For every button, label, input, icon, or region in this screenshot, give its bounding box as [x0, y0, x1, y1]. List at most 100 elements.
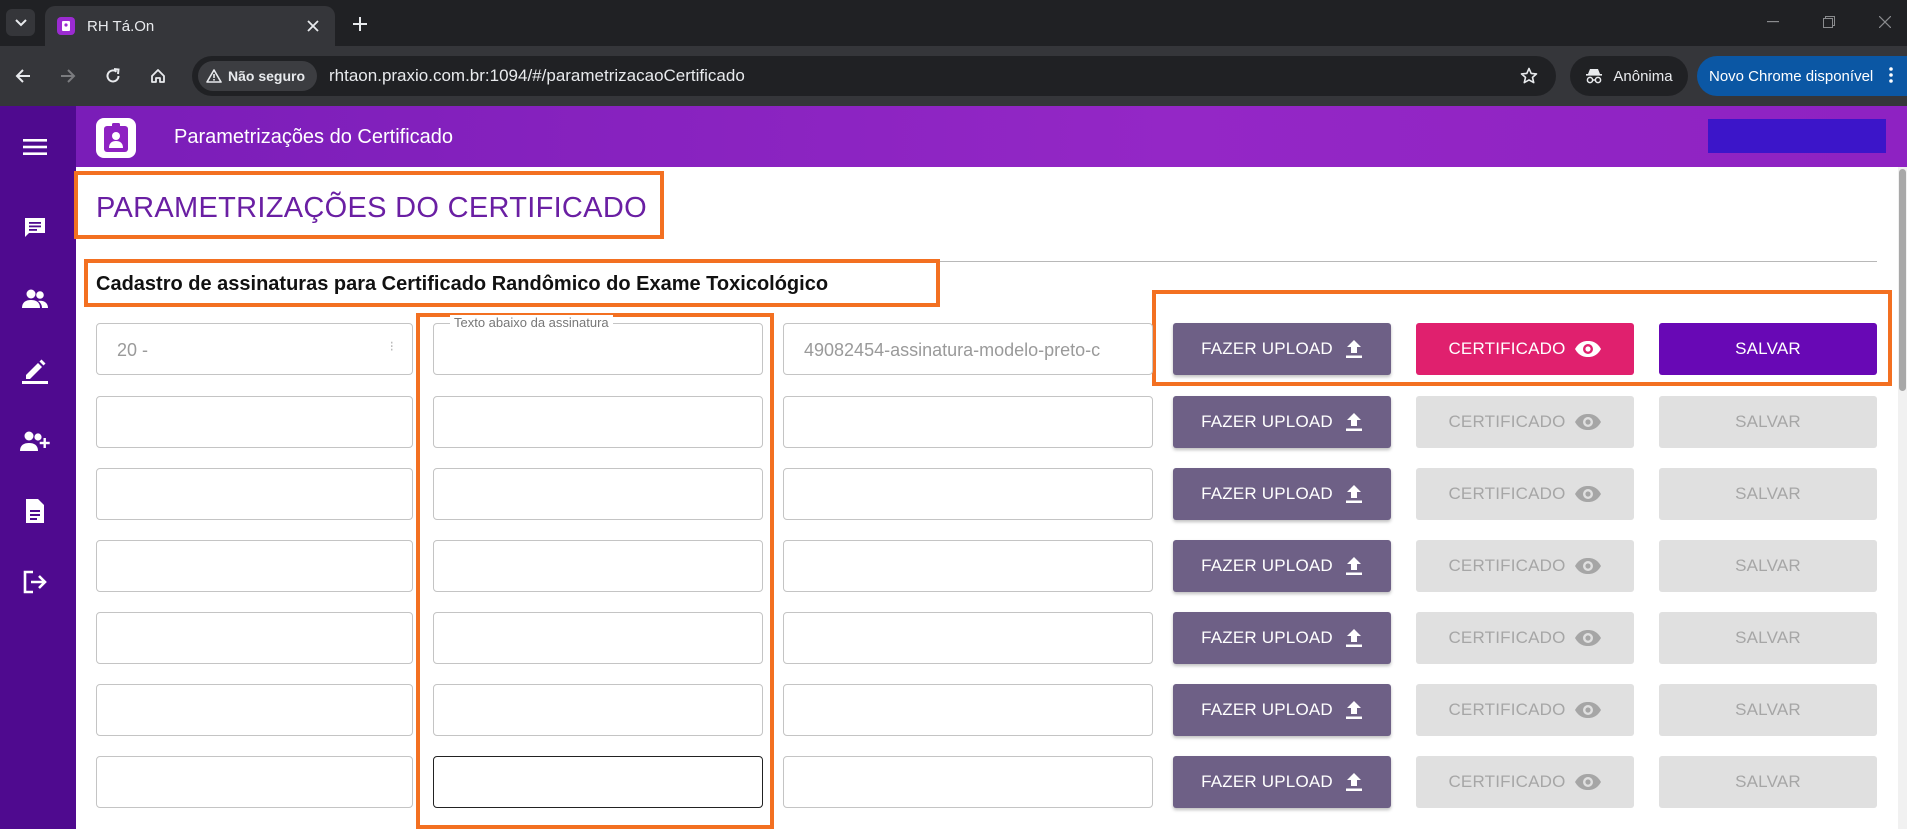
page-scrollbar[interactable] [1898, 167, 1907, 829]
forward-button[interactable] [53, 61, 83, 91]
restore-button[interactable] [1806, 8, 1852, 36]
certificate-button[interactable]: CERTIFICADO [1416, 323, 1634, 375]
field-legend: Texto abaixo da assinatura [450, 315, 613, 330]
browser-tab-bar: RH Tá.On [0, 0, 1907, 46]
certificate-button[interactable]: CERTIFICADO [1416, 468, 1634, 520]
tab-search-button[interactable] [6, 9, 35, 36]
sidebar-item-logout[interactable] [16, 563, 54, 601]
favicon-icon [57, 17, 75, 35]
code-field[interactable] [96, 540, 413, 592]
signature-text-field[interactable] [433, 540, 763, 592]
certificate-button[interactable]: CERTIFICADO [1416, 540, 1634, 592]
save-label: SALVAR [1735, 412, 1801, 431]
code-field[interactable] [96, 684, 413, 736]
upload-icon [1345, 413, 1362, 431]
save-button[interactable]: SALVAR [1659, 540, 1877, 592]
upload-icon [1345, 340, 1362, 358]
eye-icon [1574, 414, 1601, 430]
upload-button[interactable]: FAZER UPLOAD [1173, 684, 1391, 736]
sidebar-item-groups[interactable] [16, 280, 54, 318]
spinner-icon[interactable]: ⁝ [390, 338, 394, 355]
upload-button[interactable]: FAZER UPLOAD [1173, 540, 1391, 592]
upload-button[interactable]: FAZER UPLOAD [1173, 468, 1391, 520]
home-icon [151, 69, 165, 83]
upload-button[interactable]: FAZER UPLOAD [1173, 323, 1391, 375]
chat-icon [25, 218, 45, 237]
certificate-button[interactable]: CERTIFICADO [1416, 684, 1634, 736]
incognito-chip[interactable]: Anônima [1570, 56, 1688, 96]
code-field[interactable]: 20 - ⁝ [96, 323, 413, 375]
upload-button[interactable]: FAZER UPLOAD [1173, 396, 1391, 448]
save-label: SALVAR [1735, 339, 1801, 358]
signature-text-field[interactable] [433, 684, 763, 736]
app-header: Parametrizações do Certificado [76, 106, 1907, 167]
file-name-field[interactable] [783, 468, 1153, 520]
upload-icon [1345, 557, 1362, 575]
code-field[interactable] [96, 468, 413, 520]
sidebar-item-edit[interactable] [16, 351, 54, 389]
user-info-redacted[interactable] [1708, 119, 1886, 153]
reload-button[interactable] [98, 61, 128, 91]
security-chip[interactable]: Não seguro [198, 61, 318, 91]
sidebar-item-messages[interactable] [16, 209, 54, 247]
incognito-label: Anônima [1613, 67, 1673, 85]
code-field[interactable] [96, 612, 413, 664]
app-logo[interactable] [96, 118, 136, 158]
minimize-button[interactable] [1750, 8, 1796, 36]
sidebar-item-add-user[interactable] [16, 422, 54, 460]
appbar-title: Parametrizações do Certificado [174, 126, 454, 148]
save-button[interactable]: SALVAR [1659, 612, 1877, 664]
logout-icon [23, 570, 47, 594]
file-name-field[interactable] [783, 684, 1153, 736]
upload-button[interactable]: FAZER UPLOAD [1173, 612, 1391, 664]
save-button[interactable]: SALVAR [1659, 396, 1877, 448]
save-label: SALVAR [1735, 556, 1801, 575]
close-tab-icon[interactable] [299, 12, 327, 40]
certificate-button[interactable]: CERTIFICADO [1416, 612, 1634, 664]
certificate-button[interactable]: CERTIFICADO [1416, 396, 1634, 448]
reload-icon [106, 68, 120, 83]
file-name-field[interactable] [783, 396, 1153, 448]
menu-button[interactable] [16, 128, 54, 166]
save-label: SALVAR [1735, 628, 1801, 647]
upload-button[interactable]: FAZER UPLOAD [1173, 756, 1391, 808]
save-button[interactable]: SALVAR [1659, 468, 1877, 520]
eye-icon [1574, 486, 1601, 502]
file-name-value: 49082454-assinatura-modelo-preto-c [804, 340, 1101, 360]
browser-tab[interactable]: RH Tá.On [45, 6, 335, 46]
signature-text-field[interactable] [433, 396, 763, 448]
scrollbar-thumb[interactable] [1899, 169, 1906, 391]
certificate-label: CERTIFICADO [1448, 339, 1566, 358]
new-tab-button[interactable] [346, 10, 374, 38]
certificate-label: CERTIFICADO [1448, 700, 1566, 719]
certificate-button[interactable]: CERTIFICADO [1416, 756, 1634, 808]
certificate-label: CERTIFICADO [1448, 772, 1566, 791]
file-name-field[interactable] [783, 612, 1153, 664]
more-vert-icon [1889, 67, 1893, 83]
code-field[interactable] [96, 396, 413, 448]
back-button[interactable] [8, 61, 38, 91]
save-button[interactable]: SALVAR [1659, 323, 1877, 375]
chrome-update-chip[interactable]: Novo Chrome disponível [1697, 56, 1907, 96]
address-bar[interactable]: Não seguro rhtaon.praxio.com.br:1094/#/p… [192, 56, 1556, 96]
file-name-field[interactable]: 49082454-assinatura-modelo-preto-c [783, 323, 1153, 375]
plus-icon [353, 17, 367, 31]
file-name-field[interactable] [783, 756, 1153, 808]
close-window-button[interactable] [1862, 8, 1907, 36]
bookmark-star-icon[interactable] [1514, 61, 1544, 91]
sidebar-item-documents[interactable] [16, 492, 54, 530]
sidebar [0, 106, 76, 829]
signature-text-field[interactable]: Texto abaixo da assinatura [433, 315, 763, 375]
signature-text-field[interactable] [433, 612, 763, 664]
home-button[interactable] [143, 61, 173, 91]
signature-text-field[interactable] [433, 468, 763, 520]
code-field[interactable] [96, 756, 413, 808]
save-label: SALVAR [1735, 700, 1801, 719]
signature-text-field[interactable] [433, 756, 763, 808]
save-button[interactable]: SALVAR [1659, 684, 1877, 736]
url-text[interactable]: rhtaon.praxio.com.br:1094/#/parametrizac… [329, 66, 1514, 86]
upload-label: FAZER UPLOAD [1201, 700, 1333, 719]
file-name-field[interactable] [783, 540, 1153, 592]
save-button[interactable]: SALVAR [1659, 756, 1877, 808]
certificate-label: CERTIFICADO [1448, 556, 1566, 575]
